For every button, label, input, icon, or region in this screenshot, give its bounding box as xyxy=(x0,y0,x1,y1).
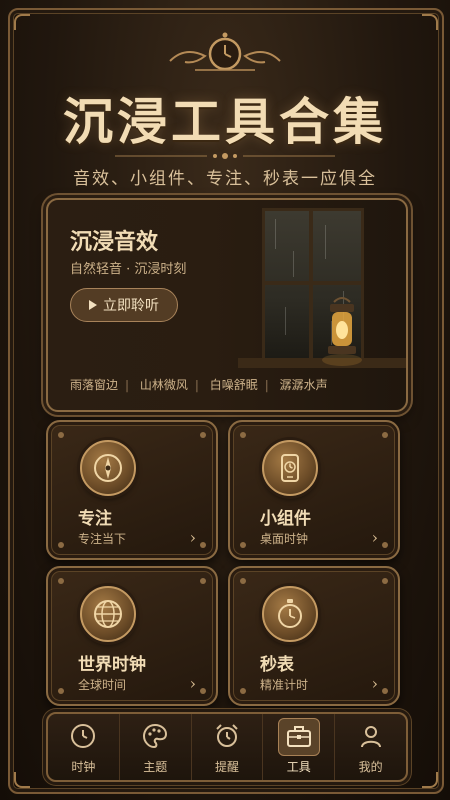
globe-icon xyxy=(80,586,136,642)
tab-label: 工具 xyxy=(286,760,311,774)
lantern-icon xyxy=(322,297,362,366)
tag-item[interactable]: 山林微风 xyxy=(140,378,188,392)
widgets-card[interactable]: 小组件 桌面时钟 › xyxy=(228,420,400,560)
clock-crest-icon xyxy=(169,32,281,71)
toolbox-icon xyxy=(286,726,311,747)
card-title: 小组件 xyxy=(260,509,311,529)
tab-clock[interactable]: 时钟 xyxy=(48,714,120,780)
tab-theme[interactable]: 主题 xyxy=(120,714,192,780)
palette-icon xyxy=(143,723,168,749)
card-subtitle: 全球时间 xyxy=(78,678,127,692)
hero-title: 沉浸音效 xyxy=(70,229,159,255)
tab-reminder[interactable]: 提醒 xyxy=(192,714,264,780)
compass-icon xyxy=(80,440,136,496)
ornament-divider xyxy=(115,153,335,159)
user-icon xyxy=(360,726,381,748)
tab-tools[interactable]: 工具 xyxy=(263,714,336,780)
page-subtitle: 音效、小组件、专注、秒表一应俱全 xyxy=(73,169,377,189)
listen-now-button[interactable]: 立即聆听 xyxy=(70,288,178,322)
tab-label: 我的 xyxy=(358,760,383,774)
alarm-icon xyxy=(216,724,238,747)
chevron-right-icon: › xyxy=(371,528,378,547)
card-subtitle: 桌面时钟 xyxy=(260,532,309,546)
stopwatch-icon xyxy=(262,586,318,642)
tag-item[interactable]: 白噪舒眠 xyxy=(210,378,258,392)
immersive-sound-card[interactable]: 沉浸音效 自然轻音 · 沉浸时刻 立即聆听 雨落窗边 | 山林微风 | 白噪舒眠 | … xyxy=(46,198,408,412)
card-subtitle: 专注当下 xyxy=(78,532,127,546)
page-title: 沉浸工具合集 xyxy=(63,92,387,151)
bottom-tab-bar: 时钟 主题 提醒 工具 我的 xyxy=(46,712,408,782)
tag-item[interactable]: 雨落窗边 xyxy=(70,378,118,392)
tag-item[interactable]: 潺潺水声 xyxy=(280,378,328,392)
phone-clock-icon xyxy=(262,440,318,496)
tab-label: 主题 xyxy=(143,760,168,774)
card-title: 专注 xyxy=(78,509,112,529)
chevron-right-icon: › xyxy=(371,674,378,693)
tab-label: 提醒 xyxy=(214,760,239,774)
listen-now-label: 立即聆听 xyxy=(103,298,159,314)
world-clock-card[interactable]: 世界时钟 全球时间 › xyxy=(46,566,218,706)
chevron-right-icon: › xyxy=(189,528,196,547)
card-title: 世界时钟 xyxy=(78,655,146,675)
card-title: 秒表 xyxy=(260,655,294,675)
clock-icon xyxy=(71,724,96,748)
hero-subtitle: 自然轻音 · 沉浸时刻 xyxy=(70,262,187,277)
play-icon xyxy=(89,300,97,310)
card-subtitle: 精准计时 xyxy=(260,678,309,692)
tab-label: 时钟 xyxy=(71,760,96,774)
sound-tags: 雨落窗边 | 山林微风 | 白噪舒眠 | 潺潺水声 xyxy=(70,378,328,392)
focus-card[interactable]: 专注 专注当下 › xyxy=(46,420,218,560)
chevron-right-icon: › xyxy=(189,674,196,693)
tab-profile[interactable]: 我的 xyxy=(335,714,406,780)
stopwatch-card[interactable]: 秒表 精准计时 › xyxy=(228,566,400,706)
app-screen: 沉浸工具合集 音效、小组件、专注、秒表一应俱全 沉浸音效 自然轻音 · 沉浸时刻… xyxy=(0,0,450,800)
